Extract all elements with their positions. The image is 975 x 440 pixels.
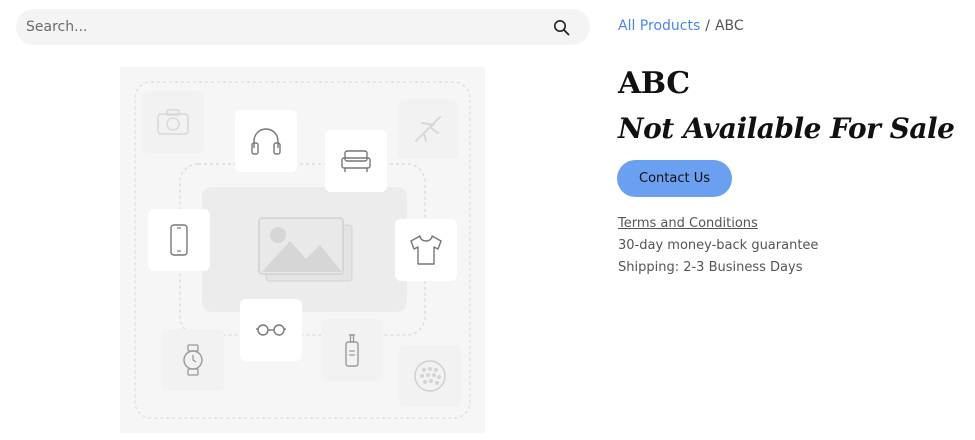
search-button[interactable] (546, 12, 576, 42)
shipping-text: Shipping: 2-3 Business Days (618, 260, 803, 275)
camera-tile (142, 91, 204, 153)
camera-icon (157, 109, 189, 135)
airplane-tile (398, 99, 458, 159)
breadcrumb-current: ABC (714, 18, 744, 34)
tshirt-tile (395, 219, 457, 281)
smartphone-icon (170, 224, 188, 256)
search-input[interactable] (16, 9, 546, 45)
sofa-icon (341, 150, 371, 172)
tshirt-icon (410, 235, 442, 265)
airplane-icon (415, 116, 441, 142)
glasses-tile (240, 299, 302, 361)
sale-status: Not Available For Sale (618, 112, 955, 145)
watch-icon (183, 344, 203, 376)
headphones-tile (235, 110, 297, 172)
search-icon (553, 19, 569, 35)
guarantee-text: 30-day money-back guarantee (618, 238, 819, 253)
breadcrumb-separator: / (705, 18, 710, 34)
product-image-placeholder (120, 67, 485, 433)
product-info: Terms and Conditions 30-day money-back g… (618, 213, 818, 279)
product-title: ABC (618, 66, 690, 101)
image-icon (258, 217, 354, 287)
watch-tile (162, 329, 224, 391)
headphones-icon (251, 128, 281, 155)
terms-and-conditions-link[interactable]: Terms and Conditions (618, 213, 818, 235)
bottle-icon (345, 334, 359, 367)
smartphone-tile (148, 209, 210, 271)
glasses-icon (256, 324, 286, 336)
golf-ball-icon (414, 360, 446, 392)
bottle-tile (321, 319, 383, 381)
breadcrumb-all-products-link[interactable]: All Products (618, 18, 700, 34)
breadcrumb: All Products / ABC (618, 18, 744, 34)
golf-ball-tile (399, 345, 461, 407)
search-bar (16, 9, 590, 45)
sofa-tile (325, 130, 387, 192)
contact-us-button[interactable]: Contact Us (617, 160, 732, 197)
